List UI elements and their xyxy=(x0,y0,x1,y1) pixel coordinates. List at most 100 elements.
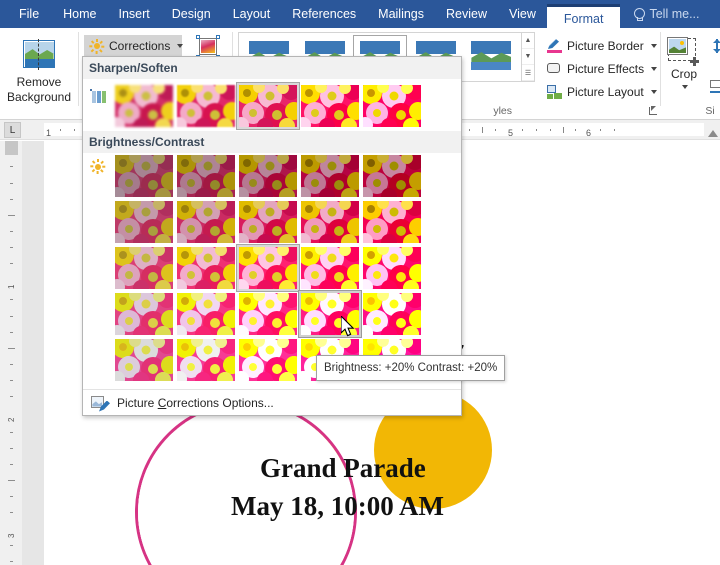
brightness-contrast-cell-r3c1[interactable] xyxy=(113,245,175,291)
vertical-ruler-number-3: 3 xyxy=(7,534,16,538)
mouse-cursor xyxy=(341,316,355,338)
correction-preview-thumbnail xyxy=(363,293,421,335)
picture-effects-button[interactable]: Picture Effects xyxy=(542,58,662,80)
document-event-line-1[interactable]: Grand Parade xyxy=(260,451,426,485)
sharpen-soften-section-header: Sharpen/Soften xyxy=(83,57,461,79)
correction-preview-thumbnail xyxy=(115,339,173,381)
crop-label: Crop xyxy=(671,67,697,82)
sharpen-soften-cell-r1c3-selected[interactable] xyxy=(237,83,299,129)
brightness-contrast-cell-r4c2[interactable] xyxy=(175,291,237,337)
brightness-contrast-cell-r1c5[interactable] xyxy=(361,153,423,199)
tab-partial[interactable]: Ju xyxy=(711,0,720,28)
tab-home[interactable]: Home xyxy=(52,0,107,28)
chevron-down-icon xyxy=(651,67,657,71)
correction-preview-thumbnail xyxy=(239,339,297,381)
correction-preview-thumbnail xyxy=(239,201,297,243)
picture-styles-dialog-launcher[interactable] xyxy=(648,105,659,116)
correction-preview-thumbnail xyxy=(177,339,235,381)
picture-layout-icon xyxy=(547,85,562,99)
picture-corrections-options-item[interactable]: Picture Corrections Options... xyxy=(83,389,461,415)
lightbulb-icon xyxy=(633,8,644,21)
tab-layout[interactable]: Layout xyxy=(222,0,282,28)
picture-layout-button[interactable]: Picture Layout xyxy=(542,81,662,103)
picture-border-button[interactable]: Picture Border xyxy=(542,35,662,57)
ribbon-tab-bar: File Home Insert Design Layout Reference… xyxy=(0,0,720,28)
chevron-down-icon xyxy=(177,44,183,48)
chevron-down-icon xyxy=(651,90,657,94)
brightness-contrast-cell-r4c1[interactable] xyxy=(113,291,175,337)
correction-preview-thumbnail xyxy=(115,293,173,335)
sharpen-soften-cell-r1c1[interactable] xyxy=(113,83,175,129)
picture-border-icon xyxy=(547,39,562,53)
brightness-contrast-cell-r1c3[interactable] xyxy=(237,153,299,199)
brightness-contrast-cell-r1c4[interactable] xyxy=(299,153,361,199)
remove-background-button[interactable]: Remove Background xyxy=(4,36,74,105)
brightness-contrast-cell-r3c5[interactable] xyxy=(361,245,423,291)
tab-file[interactable]: File xyxy=(0,0,52,28)
brightness-contrast-cell-r4c3[interactable] xyxy=(237,291,299,337)
vertical-ruler-number-2: 2 xyxy=(7,418,16,422)
brightness-contrast-cell-r5c1[interactable] xyxy=(113,337,175,383)
tab-design[interactable]: Design xyxy=(161,0,222,28)
shape-height-field[interactable] xyxy=(706,35,720,57)
tab-insert[interactable]: Insert xyxy=(108,0,161,28)
brightness-contrast-cell-r3c4[interactable] xyxy=(299,245,361,291)
correction-preview-thumbnail xyxy=(363,85,421,127)
brightness-contrast-cell-r2c4[interactable] xyxy=(299,199,361,245)
tab-format[interactable]: Format xyxy=(547,4,621,28)
brightness-contrast-grid[interactable] xyxy=(113,153,423,383)
crop-button[interactable]: Crop xyxy=(664,33,704,89)
selected-picture-thumbnail xyxy=(196,36,220,58)
corrections-button[interactable]: Corrections xyxy=(84,35,182,57)
vertical-ruler-track xyxy=(5,155,18,565)
brightness-contrast-cell-r4c5[interactable] xyxy=(361,291,423,337)
word-application-window: File Home Insert Design Layout Reference… xyxy=(0,0,720,565)
brightness-contrast-cell-r5c2[interactable] xyxy=(175,337,237,383)
brightness-contrast-cell-r1c2[interactable] xyxy=(175,153,237,199)
picture-corrections-options-icon xyxy=(91,395,109,411)
crop-icon xyxy=(667,37,701,67)
brightness-contrast-cell-r2c1[interactable] xyxy=(113,199,175,245)
tab-view[interactable]: View xyxy=(498,0,547,28)
brightness-contrast-cell-r2c5[interactable] xyxy=(361,199,423,245)
right-indent-marker[interactable] xyxy=(708,130,718,137)
document-event-line-2[interactable]: May 18, 10:00 AM xyxy=(231,489,444,523)
brightness-contrast-cell-r5c3[interactable] xyxy=(237,337,299,383)
ruler-number-6: 6 xyxy=(586,128,591,138)
correction-preview-thumbnail xyxy=(301,201,359,243)
correction-preview-thumbnail xyxy=(115,201,173,243)
tooltip-text: Brightness: +20% Contrast: +20% xyxy=(324,362,497,374)
correction-preview-thumbnail xyxy=(363,155,421,197)
gallery-scrollbar[interactable]: ▲ ▼ ☰ xyxy=(522,32,535,82)
correction-preview-thumbnail xyxy=(239,293,297,335)
sharpen-soften-cell-r1c2[interactable] xyxy=(175,83,237,129)
tab-review[interactable]: Review xyxy=(435,0,498,28)
brightness-contrast-cell-r2c3[interactable] xyxy=(237,199,299,245)
shape-width-field[interactable] xyxy=(703,76,720,98)
tab-stop-selector[interactable]: L xyxy=(4,122,21,138)
sharpen-soften-cell-r1c5[interactable] xyxy=(361,83,423,129)
tell-me-label: Tell me... xyxy=(649,0,699,28)
sharpen-soften-icon xyxy=(90,89,107,105)
picture-effects-icon xyxy=(547,62,562,76)
picture-style-thumbnail[interactable] xyxy=(465,36,517,78)
correction-preview-thumbnail xyxy=(239,85,297,127)
brightness-contrast-cell-r1c1[interactable] xyxy=(113,153,175,199)
picture-border-label: Picture Border xyxy=(567,39,644,53)
sharpen-soften-cell-r1c4[interactable] xyxy=(299,83,361,129)
tab-references[interactable]: References xyxy=(281,0,367,28)
vertical-ruler[interactable]: 1 2 3 xyxy=(0,141,22,565)
group-separator-1 xyxy=(78,32,79,106)
gallery-more-button[interactable]: ☰ xyxy=(522,65,534,81)
gallery-scroll-down-button[interactable]: ▼ xyxy=(522,49,534,65)
chevron-down-icon xyxy=(682,85,688,89)
sharpen-soften-grid[interactable] xyxy=(113,83,423,129)
brightness-contrast-cell-r3c3-selected[interactable] xyxy=(237,245,299,291)
brightness-contrast-cell-r2c2[interactable] xyxy=(175,199,237,245)
gallery-scroll-up-button[interactable]: ▲ xyxy=(522,33,534,49)
correction-preview-thumbnail xyxy=(177,155,235,197)
height-icon xyxy=(711,39,720,53)
brightness-contrast-cell-r3c2[interactable] xyxy=(175,245,237,291)
tell-me-box[interactable]: Tell me... xyxy=(620,0,710,28)
tab-mailings[interactable]: Mailings xyxy=(367,0,435,28)
